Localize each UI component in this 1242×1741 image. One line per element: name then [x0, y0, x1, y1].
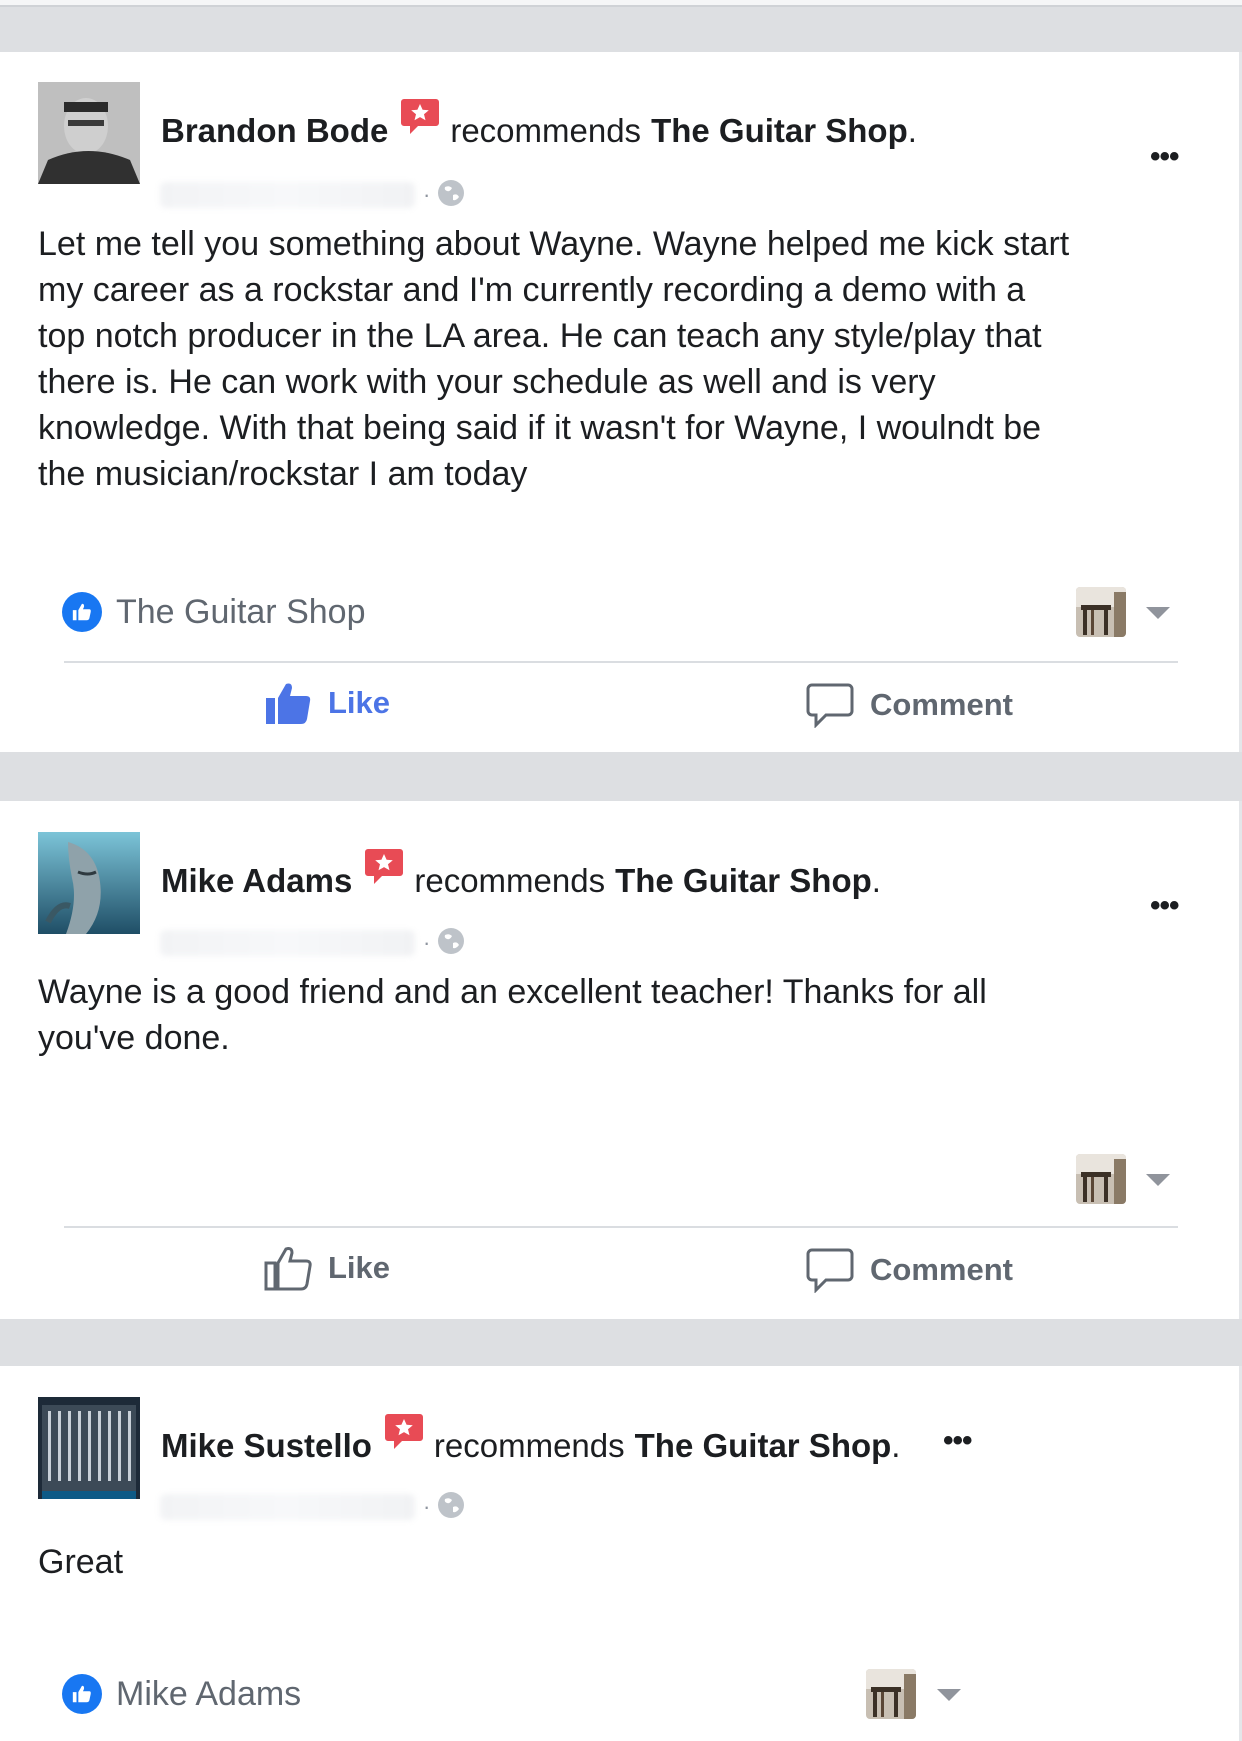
period: . — [891, 1427, 901, 1464]
like-button[interactable]: Like — [264, 1245, 390, 1291]
author-avatar[interactable] — [38, 1397, 140, 1499]
comment-label: Comment — [870, 687, 1013, 722]
reactions-row[interactable]: Mike Adams — [62, 1664, 1192, 1724]
author-name[interactable]: Mike Adams — [161, 862, 352, 900]
page-profile-picture[interactable] — [866, 1669, 916, 1719]
post-body: Wayne is a good friend and an excellent … — [38, 973, 987, 1057]
like-label: Like — [328, 1250, 391, 1285]
post-body: Great — [38, 1543, 124, 1581]
comment-label: Comment — [870, 1252, 1013, 1287]
timestamp-blurred — [160, 182, 415, 208]
comment-button[interactable]: Comment — [806, 682, 1013, 728]
post-card: Mike Sustello recommends The Guitar Shop… — [0, 1366, 1242, 1741]
recommends-text: recommends — [414, 862, 606, 899]
reactions-row[interactable]: The Guitar Shop — [62, 582, 1192, 642]
post-header: Mike Adams recommends The Guitar Shop. — [161, 849, 881, 901]
post-card: Mike Adams recommends The Guitar Shop. •… — [0, 801, 1242, 1319]
post-header: Brandon Bode recommends The Guitar Shop. — [161, 99, 917, 151]
actions-divider — [64, 661, 1178, 663]
page-link[interactable]: The Guitar Shop — [615, 862, 872, 900]
page-link[interactable]: The Guitar Shop — [635, 1427, 892, 1465]
author-avatar[interactable] — [38, 82, 140, 184]
recommend-badge-icon — [384, 1412, 424, 1452]
like-reaction-icon — [62, 592, 102, 632]
reacted-by-name[interactable]: The Guitar Shop — [116, 593, 365, 632]
recommends-text: recommends — [450, 112, 642, 149]
caret-down-icon[interactable] — [1146, 607, 1170, 619]
post-header: Mike Sustello recommends The Guitar Shop… — [161, 1414, 901, 1466]
page-profile-picture[interactable] — [1076, 587, 1126, 637]
meta-separator: · — [423, 1494, 431, 1519]
actions-divider — [64, 1226, 1178, 1228]
caret-down-icon[interactable] — [937, 1689, 961, 1701]
post-meta: · — [160, 926, 466, 960]
page-profile-picture[interactable] — [1076, 1154, 1126, 1204]
page-link[interactable]: The Guitar Shop — [651, 112, 908, 150]
globe-icon — [436, 926, 466, 961]
meta-separator: · — [423, 182, 431, 207]
like-label: Like — [328, 685, 391, 720]
globe-icon — [436, 1490, 466, 1525]
author-name[interactable]: Brandon Bode — [161, 112, 388, 150]
recommend-badge-icon — [364, 847, 404, 887]
timestamp-blurred — [160, 930, 415, 956]
top-divider — [0, 0, 1242, 7]
more-options-icon[interactable]: ••• — [1150, 891, 1179, 921]
more-options-icon[interactable]: ••• — [1150, 142, 1179, 172]
thumbs-up-icon — [264, 1245, 312, 1291]
caret-down-icon[interactable] — [1146, 1174, 1170, 1186]
more-options-icon[interactable]: ••• — [943, 1426, 972, 1456]
comment-icon — [806, 1247, 854, 1293]
comment-button[interactable]: Comment — [806, 1247, 1013, 1293]
author-avatar[interactable] — [38, 832, 140, 934]
post-meta: · — [160, 178, 466, 212]
period: . — [871, 862, 881, 899]
thumbs-up-icon — [264, 680, 312, 726]
post-body: Let me tell you something about Wayne. W… — [38, 225, 1070, 493]
recommend-badge-icon — [400, 97, 440, 137]
timestamp-blurred — [160, 1494, 415, 1520]
post-card: Brandon Bode recommends The Guitar Shop.… — [0, 52, 1242, 752]
like-reaction-icon — [62, 1674, 102, 1714]
like-button[interactable]: Like — [264, 680, 390, 726]
recommends-text: recommends — [433, 1427, 625, 1464]
reacted-by-name[interactable]: Mike Adams — [116, 1675, 301, 1714]
post-meta: · — [160, 1490, 466, 1524]
meta-separator: · — [423, 930, 431, 955]
period: . — [907, 112, 917, 149]
author-name[interactable]: Mike Sustello — [161, 1427, 372, 1465]
globe-icon — [436, 178, 466, 213]
comment-icon — [806, 682, 854, 728]
